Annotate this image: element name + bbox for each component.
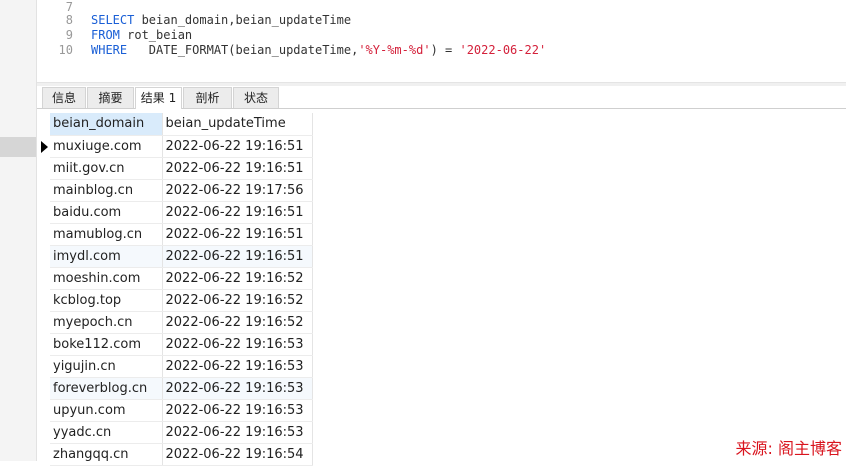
line-number: 8 — [65, 13, 73, 27]
code-text[interactable]: WHERE DATE_FORMAT(beian_updateTime,'%Y-%… — [91, 43, 546, 58]
cell-beian-domain[interactable]: mainblog.cn — [50, 179, 163, 202]
cell-beian-updatetime[interactable]: 2022-06-22 19:16:51 — [162, 245, 313, 268]
line-number: 9 — [65, 28, 73, 42]
grid-header-row: beian_domain beian_updateTime — [50, 113, 313, 136]
cell-beian-updatetime[interactable]: 2022-06-22 19:16:51 — [162, 135, 313, 158]
row-gutter — [0, 0, 37, 461]
cell-beian-updatetime[interactable]: 2022-06-22 19:16:53 — [162, 355, 313, 378]
cell-beian-domain[interactable]: yyadc.cn — [50, 421, 163, 444]
result-grid: beian_domain beian_updateTime muxiuge.co… — [50, 113, 313, 466]
table-row[interactable]: foreverblog.cn 2022-06-22 19:16:53 — [50, 377, 313, 400]
code-text[interactable]: SELECT beian_domain,beian_updateTime — [91, 13, 351, 28]
sql-keyword: WHERE — [91, 43, 128, 57]
code-line[interactable]: 10 WHERE DATE_FORMAT(beian_updateTime,'%Y… — [37, 43, 547, 58]
table-row[interactable]: moeshin.com 2022-06-22 19:16:52 — [50, 267, 313, 290]
tab-result-1[interactable]: 结果 1 — [135, 87, 182, 109]
table-row[interactable]: miit.gov.cn 2022-06-22 19:16:51 — [50, 157, 313, 180]
current-row-pointer-icon — [41, 141, 48, 153]
table-row[interactable]: yigujin.cn 2022-06-22 19:16:53 — [50, 355, 313, 378]
table-row[interactable]: boke112.com 2022-06-22 19:16:53 — [50, 333, 313, 356]
cell-beian-domain[interactable]: zhangqq.cn — [50, 443, 163, 466]
current-row-marker — [0, 137, 36, 157]
cell-beian-domain[interactable]: imydl.com — [50, 245, 163, 268]
tab-profile[interactable]: 剖析 — [183, 87, 232, 108]
watermark-text: 来源: 阁主博客 — [735, 439, 842, 458]
column-header-beian-updatetime[interactable]: beian_updateTime — [162, 113, 313, 136]
line-number: 10 — [58, 43, 73, 57]
cell-beian-domain[interactable]: muxiuge.com — [50, 135, 163, 158]
cell-beian-domain[interactable]: yigujin.cn — [50, 355, 163, 378]
code-text[interactable]: FROM rot_beian — [91, 28, 192, 43]
table-row[interactable]: mamublog.cn 2022-06-22 19:16:51 — [50, 223, 313, 246]
sql-keyword: FROM — [91, 28, 120, 42]
tab-summary[interactable]: 摘要 — [87, 87, 134, 108]
cell-beian-domain[interactable]: upyun.com — [50, 399, 163, 422]
sql-text: beian_domain,beian_updateTime — [134, 13, 352, 27]
cell-beian-updatetime[interactable]: 2022-06-22 19:16:53 — [162, 421, 313, 444]
table-row[interactable]: myepoch.cn 2022-06-22 19:16:52 — [50, 311, 313, 334]
tab-info[interactable]: 信息 — [42, 87, 86, 108]
cell-beian-updatetime[interactable]: 2022-06-22 19:16:52 — [162, 289, 313, 312]
sql-text: ) = — [430, 43, 460, 57]
column-header-beian-domain[interactable]: beian_domain — [50, 113, 163, 136]
cell-beian-domain[interactable]: boke112.com — [50, 333, 163, 356]
cell-beian-updatetime[interactable]: 2022-06-22 19:16:51 — [162, 157, 313, 180]
table-row[interactable]: baidu.com 2022-06-22 19:16:51 — [50, 201, 313, 224]
sql-text: DATE_FORMAT(beian_updateTime, — [127, 43, 359, 57]
cell-beian-updatetime[interactable]: 2022-06-22 19:16:51 — [162, 201, 313, 224]
sql-text: rot_beian — [119, 28, 193, 42]
cell-beian-updatetime[interactable]: 2022-06-22 19:16:52 — [162, 311, 313, 334]
cell-beian-updatetime[interactable]: 2022-06-22 19:16:53 — [162, 399, 313, 422]
cell-beian-updatetime[interactable]: 2022-06-22 19:16:54 — [162, 443, 313, 466]
table-row[interactable]: muxiuge.com 2022-06-22 19:16:51 — [50, 135, 313, 158]
cell-beian-updatetime[interactable]: 2022-06-22 19:16:53 — [162, 333, 313, 356]
table-row[interactable]: zhangqq.cn 2022-06-22 19:16:54 — [50, 443, 313, 466]
tab-status[interactable]: 状态 — [233, 87, 279, 108]
sql-keyword: SELECT — [91, 13, 135, 27]
table-row[interactable]: yyadc.cn 2022-06-22 19:16:53 — [50, 421, 313, 444]
cell-beian-domain[interactable]: foreverblog.cn — [50, 377, 163, 400]
cell-beian-updatetime[interactable]: 2022-06-22 19:17:56 — [162, 179, 313, 202]
sql-editor[interactable]: 7 8 SELECT beian_domain,beian_updateTime 9 F… — [37, 0, 846, 82]
cell-beian-updatetime[interactable]: 2022-06-22 19:16:53 — [162, 377, 313, 400]
cell-beian-domain[interactable]: mamublog.cn — [50, 223, 163, 246]
result-tabs: 信息 摘要 结果 1 剖析 状态 — [37, 86, 846, 109]
sql-string: '2022-06-22' — [459, 43, 547, 57]
cell-beian-domain[interactable]: myepoch.cn — [50, 311, 163, 334]
cell-beian-updatetime[interactable]: 2022-06-22 19:16:51 — [162, 223, 313, 246]
table-row[interactable]: imydl.com 2022-06-22 19:16:51 — [50, 245, 313, 268]
code-line[interactable]: 8 SELECT beian_domain,beian_updateTime — [37, 13, 351, 28]
cell-beian-domain[interactable]: kcblog.top — [50, 289, 163, 312]
code-line[interactable]: 9 FROM rot_beian — [37, 28, 192, 43]
cell-beian-domain[interactable]: miit.gov.cn — [50, 157, 163, 180]
table-row[interactable]: kcblog.top 2022-06-22 19:16:52 — [50, 289, 313, 312]
sql-string: '%Y-%m-%d' — [358, 43, 431, 57]
table-row[interactable]: mainblog.cn 2022-06-22 19:17:56 — [50, 179, 313, 202]
cell-beian-domain[interactable]: baidu.com — [50, 201, 163, 224]
cell-beian-updatetime[interactable]: 2022-06-22 19:16:52 — [162, 267, 313, 290]
table-row[interactable]: upyun.com 2022-06-22 19:16:53 — [50, 399, 313, 422]
cell-beian-domain[interactable]: moeshin.com — [50, 267, 163, 290]
